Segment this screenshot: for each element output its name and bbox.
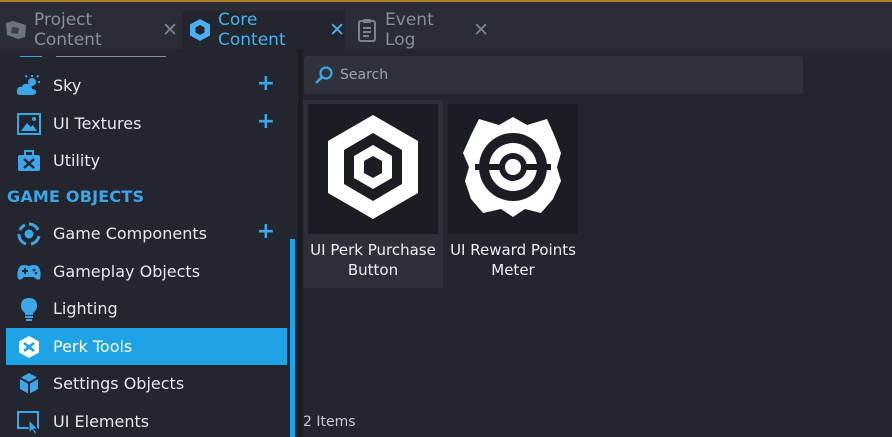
sidebar-item-game-components[interactable]: Game Components + bbox=[6, 215, 287, 252]
search-bar bbox=[304, 56, 803, 94]
cursor-window-icon bbox=[16, 410, 42, 434]
add-ui-textures-button[interactable]: + bbox=[257, 109, 275, 134]
sidebar-item-perk-tools[interactable]: Perk Tools bbox=[6, 328, 287, 365]
close-icon[interactable]: ✕ bbox=[329, 19, 345, 41]
reward-meter-icon bbox=[461, 115, 565, 223]
add-sky-button[interactable]: + bbox=[257, 71, 275, 96]
sidebar-item-label: Utility bbox=[53, 151, 101, 170]
cubes-icon bbox=[16, 372, 42, 396]
asset-label: UI Perk Purchase Button bbox=[310, 241, 436, 279]
search-icon bbox=[314, 65, 334, 85]
sidebar-item-label: Settings Objects bbox=[53, 374, 185, 393]
sidebar: Sky + UI Textures + Utility GAME OBJECTS… bbox=[0, 49, 298, 437]
tab-label: Event Log bbox=[385, 10, 434, 50]
search-input[interactable] bbox=[340, 67, 780, 83]
asset-label: UI Reward Points Meter bbox=[450, 241, 576, 279]
project-content-icon bbox=[4, 17, 28, 43]
asset-card[interactable]: UI Perk Purchase Button bbox=[303, 100, 443, 288]
close-icon[interactable]: ✕ bbox=[162, 19, 178, 41]
asset-thumbnail bbox=[308, 104, 438, 234]
tab-bar: Project Content ✕ Core Content ✕ Event L… bbox=[0, 3, 892, 50]
sidebar-item-label: Lighting bbox=[53, 299, 118, 318]
clipboard-icon bbox=[355, 17, 379, 43]
component-cycle-icon bbox=[16, 222, 42, 246]
sidebar-item-lighting[interactable]: Lighting bbox=[6, 290, 287, 327]
scrolled-item-fragment bbox=[16, 49, 176, 57]
sidebar-item-label: Game Components bbox=[53, 224, 207, 243]
sidebar-item-label: UI Elements bbox=[53, 412, 150, 431]
lightbulb-icon bbox=[16, 297, 42, 321]
tab-event-log[interactable]: Event Log ✕ bbox=[349, 10, 489, 50]
toolbox-icon bbox=[16, 149, 42, 173]
asset-browser: UI Perk Purchase Button UI Reward Points… bbox=[303, 49, 892, 437]
add-game-components-button[interactable]: + bbox=[257, 219, 275, 244]
sidebar-item-label: Sky bbox=[53, 76, 82, 95]
sidebar-item-utility[interactable]: Utility bbox=[6, 142, 287, 179]
item-count: 2 Items bbox=[303, 414, 356, 430]
tab-label: Project Content bbox=[34, 10, 102, 50]
sidebar-item-gameplay-objects[interactable]: Gameplay Objects bbox=[6, 253, 287, 290]
perk-icon bbox=[16, 335, 42, 359]
gamepad-icon bbox=[16, 260, 42, 284]
asset-card[interactable]: UI Reward Points Meter bbox=[443, 100, 583, 288]
cloud-sun-icon bbox=[16, 74, 42, 98]
close-icon[interactable]: ✕ bbox=[473, 19, 489, 41]
core-content-icon bbox=[188, 17, 212, 43]
tab-label: Core Content bbox=[218, 10, 286, 50]
sidebar-item-ui-textures[interactable]: UI Textures + bbox=[6, 105, 287, 142]
sidebar-item-label: Perk Tools bbox=[53, 337, 133, 356]
sidebar-item-ui-elements[interactable]: UI Elements bbox=[6, 403, 287, 437]
image-icon bbox=[16, 112, 42, 136]
asset-thumbnail bbox=[448, 104, 578, 234]
tab-core-content[interactable]: Core Content ✕ bbox=[182, 10, 345, 50]
sidebar-scrollbar[interactable] bbox=[290, 239, 295, 437]
sidebar-item-sky[interactable]: Sky + bbox=[6, 67, 287, 104]
sidebar-item-settings-objects[interactable]: Settings Objects bbox=[6, 365, 287, 402]
perk-hex-icon bbox=[323, 113, 423, 225]
sidebar-item-label: Gameplay Objects bbox=[53, 262, 201, 281]
tab-project-content[interactable]: Project Content ✕ bbox=[0, 10, 178, 50]
section-title-game-objects: GAME OBJECTS bbox=[7, 187, 145, 206]
sidebar-item-label: UI Textures bbox=[53, 114, 142, 133]
